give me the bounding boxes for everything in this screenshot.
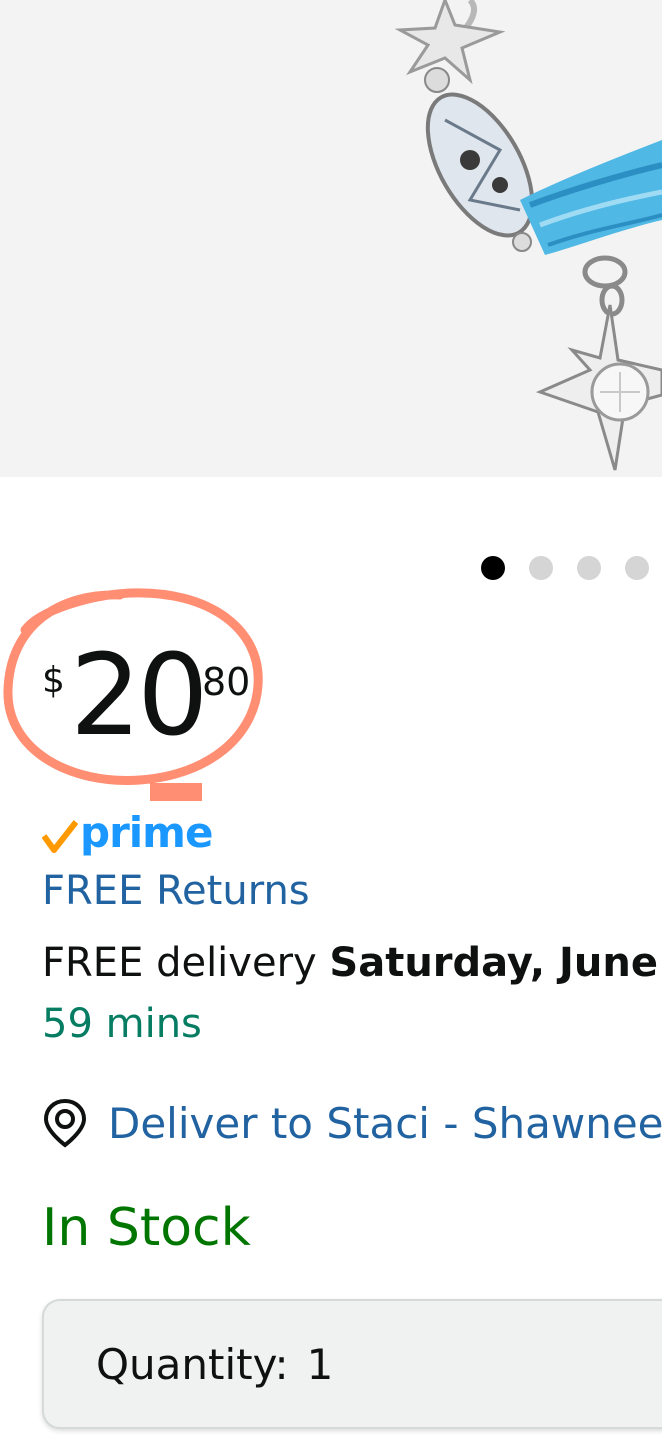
carousel-dot-2[interactable] xyxy=(529,556,553,580)
delivery-date: Saturday, June 1 xyxy=(329,940,662,986)
delivery-prefix: FREE delivery xyxy=(42,940,330,986)
stock-status: In Stock xyxy=(42,1198,251,1258)
deliver-to-link[interactable]: Deliver to Staci - Shawnee 6 xyxy=(42,1095,662,1151)
deliver-to-label: Deliver to Staci - Shawnee 6 xyxy=(108,1098,662,1148)
quantity-dropdown[interactable]: Quantity: 1 xyxy=(42,1299,662,1429)
product-image[interactable] xyxy=(0,0,662,477)
carousel-dot-3[interactable] xyxy=(577,556,601,580)
quantity-value: 1 xyxy=(306,1339,334,1389)
delivery-info: FREE delivery Saturday, June 1 xyxy=(42,940,662,986)
carousel-dot-1[interactable] xyxy=(481,556,505,580)
delivery-countdown: 59 mins xyxy=(42,1001,202,1047)
location-pin-icon xyxy=(43,1098,87,1148)
price-whole: 20 xyxy=(70,631,209,761)
price-fraction: 80 xyxy=(202,660,251,704)
prime-check-icon xyxy=(42,820,78,853)
necklace-pendant-illustration xyxy=(394,0,662,471)
free-returns-link[interactable]: FREE Returns xyxy=(42,868,310,914)
product-detail-page: $ 20 80 prime FREE Returns FREE delivery… xyxy=(0,0,662,1435)
prime-badge: prime xyxy=(42,806,213,857)
image-carousel-dots[interactable] xyxy=(481,556,649,580)
prime-label: prime xyxy=(80,808,213,857)
quantity-label: Quantity: xyxy=(96,1339,289,1389)
carousel-dot-4[interactable] xyxy=(625,556,649,580)
price-currency-symbol: $ xyxy=(42,660,65,701)
